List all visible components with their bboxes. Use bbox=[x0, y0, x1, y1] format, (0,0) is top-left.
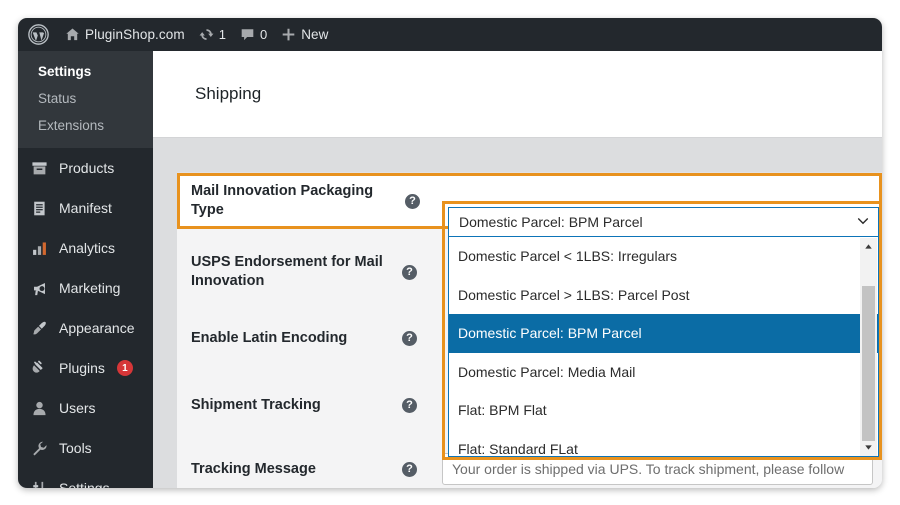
scroll-up-arrow-icon[interactable] bbox=[860, 238, 877, 255]
help-icon[interactable]: ? bbox=[402, 397, 417, 413]
help-icon[interactable]: ? bbox=[405, 193, 420, 209]
plugins-update-badge: 1 bbox=[116, 360, 133, 376]
settings-submenu: Settings Status Extensions bbox=[18, 51, 153, 148]
sidebar-label: Appearance bbox=[59, 320, 135, 336]
manifest-icon bbox=[29, 198, 50, 219]
comments-icon bbox=[240, 27, 255, 42]
field-label: Mail Innovation Packaging Type bbox=[191, 183, 374, 218]
sidebar-item-products[interactable]: Products bbox=[18, 148, 153, 188]
sidebar-item-marketing[interactable]: Marketing bbox=[18, 268, 153, 308]
tools-icon bbox=[29, 438, 50, 459]
sidebar-item-settings[interactable]: Settings bbox=[18, 468, 153, 488]
submenu-label: Settings bbox=[38, 64, 92, 79]
page-title: Shipping bbox=[195, 84, 262, 103]
sidebar-label: Manifest bbox=[59, 200, 112, 216]
field-label: Shipment Tracking bbox=[191, 396, 321, 413]
sidebar-label: Settings bbox=[59, 480, 110, 488]
submenu-item-settings[interactable]: Settings bbox=[18, 58, 153, 85]
dropdown-scrollbar[interactable] bbox=[860, 238, 877, 456]
comments-button[interactable]: 0 bbox=[233, 18, 274, 51]
plugins-icon bbox=[29, 358, 50, 379]
sidebar-item-plugins[interactable]: Plugins 1 bbox=[18, 348, 153, 388]
browser-window: PluginShop.com 1 0 New Settings Status E… bbox=[18, 18, 882, 488]
sidebar-item-manifest[interactable]: Manifest bbox=[18, 188, 153, 228]
marketing-icon bbox=[29, 278, 50, 299]
dropdown-option[interactable]: Domestic Parcel > 1LBS: Parcel Post bbox=[449, 276, 878, 315]
submenu-label: Status bbox=[38, 91, 77, 106]
wordpress-logo-icon bbox=[28, 24, 49, 45]
new-content-button[interactable]: New bbox=[274, 18, 335, 51]
submenu-item-status[interactable]: Status bbox=[18, 85, 153, 112]
submenu-item-extensions[interactable]: Extensions bbox=[18, 112, 153, 139]
scroll-down-arrow-icon[interactable] bbox=[860, 439, 877, 456]
comments-count: 0 bbox=[259, 27, 268, 42]
sidebar-label: Marketing bbox=[59, 280, 121, 296]
help-icon[interactable]: ? bbox=[402, 330, 417, 346]
field-label: Enable Latin Encoding bbox=[191, 329, 348, 346]
packaging-type-select[interactable]: Domestic Parcel: BPM Parcel bbox=[448, 207, 879, 237]
sidebar-item-tools[interactable]: Tools bbox=[18, 428, 153, 468]
sidebar-label: Users bbox=[59, 400, 96, 416]
dropdown-option[interactable]: Domestic Parcel: Media Mail bbox=[449, 353, 878, 392]
scrollbar-thumb[interactable] bbox=[862, 286, 875, 441]
packaging-type-dropdown: Domestic Parcel: BPM Parcel Domestic Par… bbox=[448, 207, 879, 457]
sidebar-label: Analytics bbox=[59, 240, 116, 256]
new-content-label: New bbox=[301, 27, 329, 42]
chevron-down-icon bbox=[856, 214, 870, 231]
field-label: Tracking Message bbox=[191, 460, 316, 477]
sidebar-item-appearance[interactable]: Appearance bbox=[18, 308, 153, 348]
help-icon[interactable]: ? bbox=[402, 461, 417, 477]
updates-icon bbox=[199, 27, 214, 42]
site-name-button[interactable]: PluginShop.com bbox=[58, 18, 192, 51]
analytics-icon bbox=[29, 238, 50, 259]
users-icon bbox=[29, 398, 50, 419]
page-header: Shipping bbox=[153, 51, 882, 138]
dropdown-option[interactable]: Domestic Parcel < 1LBS: Irregulars bbox=[449, 237, 878, 276]
packaging-type-dropdown-highlight: Domestic Parcel: BPM Parcel Domestic Par… bbox=[442, 201, 882, 460]
sidebar-item-analytics[interactable]: Analytics bbox=[18, 228, 153, 268]
content-area: Shipping Mail Innovation Packaging Type … bbox=[153, 51, 882, 488]
updates-count: 1 bbox=[218, 27, 226, 42]
updates-button[interactable]: 1 bbox=[192, 18, 233, 51]
home-icon bbox=[65, 27, 80, 42]
dropdown-option-selected[interactable]: Domestic Parcel: BPM Parcel bbox=[449, 314, 878, 353]
wordpress-logo-button[interactable] bbox=[18, 18, 58, 51]
dropdown-option[interactable]: Flat: Standard FLat bbox=[449, 430, 878, 456]
field-label: USPS Endorsement for Mail Innovation bbox=[191, 254, 383, 289]
settings-form-panel: Mail Innovation Packaging Type ? USPS En… bbox=[177, 172, 882, 488]
sidebar-label: Plugins bbox=[59, 360, 105, 376]
wp-admin-bar: PluginShop.com 1 0 New bbox=[18, 18, 882, 51]
plus-icon bbox=[281, 27, 296, 42]
sidebar-item-users[interactable]: Users bbox=[18, 388, 153, 428]
appearance-icon bbox=[29, 318, 50, 339]
settings-icon bbox=[29, 478, 50, 488]
admin-sidebar: Settings Status Extensions Products Mani… bbox=[18, 51, 153, 488]
site-name-label: PluginShop.com bbox=[85, 27, 185, 42]
dropdown-option[interactable]: Flat: BPM Flat bbox=[449, 391, 878, 430]
help-icon[interactable]: ? bbox=[402, 264, 417, 280]
products-icon bbox=[29, 158, 50, 179]
sidebar-label: Tools bbox=[59, 440, 92, 456]
selected-value: Domestic Parcel: BPM Parcel bbox=[459, 214, 643, 230]
submenu-label: Extensions bbox=[38, 118, 105, 133]
sidebar-label: Products bbox=[59, 160, 115, 176]
packaging-type-option-list[interactable]: Domestic Parcel < 1LBS: Irregulars Domes… bbox=[448, 237, 879, 457]
